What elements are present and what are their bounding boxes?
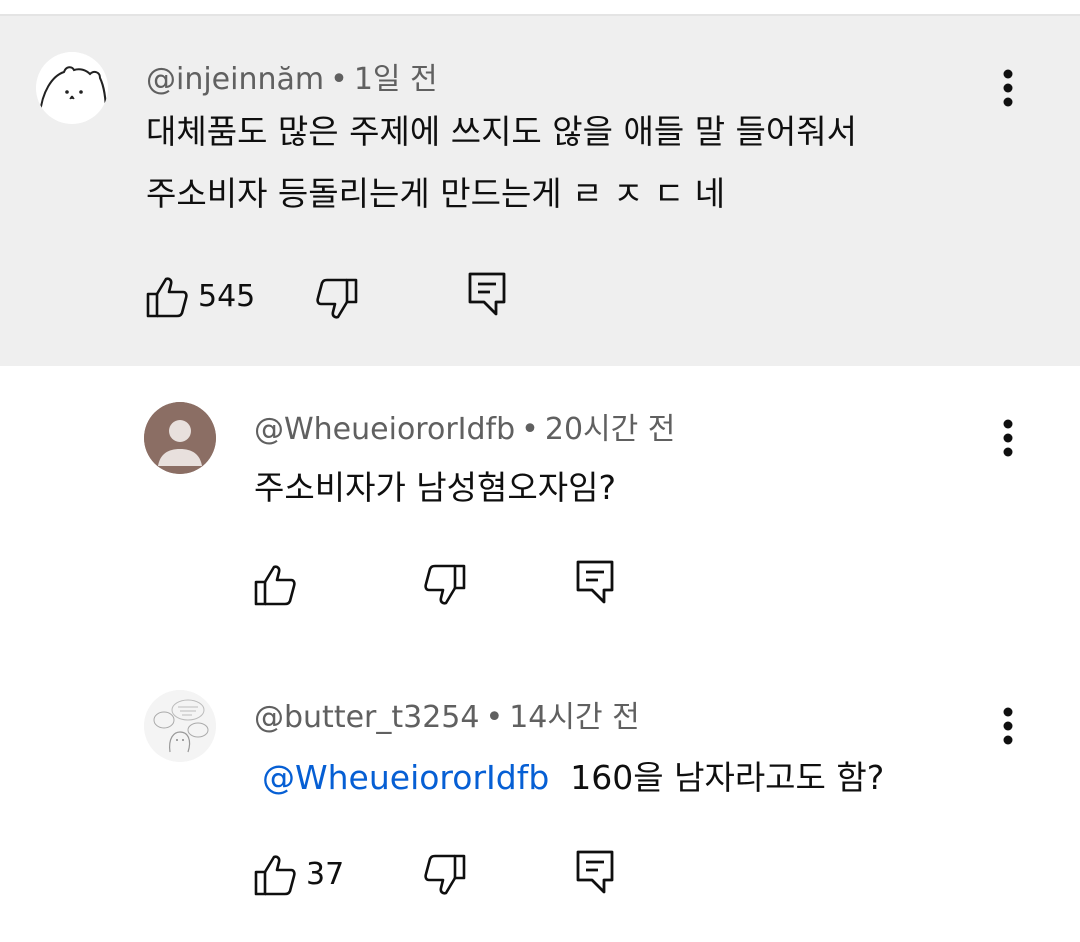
more-options-button[interactable]	[988, 58, 1028, 118]
comment-text-line: 주소비자가 남성혐오자임?	[254, 468, 616, 507]
thumbs-up-icon	[146, 277, 188, 318]
like-button[interactable]: 545	[146, 276, 255, 318]
comment-text-line: 주소비자 등돌리는게 만드는게 ㄹ ㅈ ㄷ 네	[146, 174, 726, 213]
reply-icon	[468, 272, 506, 316]
kebab-menu-icon	[1003, 69, 1013, 107]
comment-meta: @WheueiororIdfb • 20시간 전	[254, 410, 675, 450]
comment-text: 160을 남자라고도 함?	[570, 758, 885, 797]
thumbs-down-icon	[424, 564, 466, 605]
bear-face-icon	[36, 52, 108, 124]
meta-separator: •	[485, 700, 504, 735]
thumbs-down-icon	[316, 278, 358, 319]
avatar[interactable]	[36, 52, 108, 124]
comment-time: 14시간 전	[509, 700, 640, 735]
comment-author[interactable]: @injeinnăm	[146, 62, 324, 97]
comment-thread: @injeinnăm • 1일 전 대체품도 많은 주제에 쓰지도 않을 애들 말 …	[0, 0, 1080, 942]
thumbs-down-icon	[424, 854, 466, 895]
comment-text-line: 대체품도 많은 주제에 쓰지도 않을 애들 말 들어줘서	[146, 112, 857, 151]
dislike-button[interactable]	[424, 854, 466, 896]
doodle-avatar-icon	[144, 690, 216, 762]
meta-separator: •	[521, 412, 539, 447]
more-options-button[interactable]	[988, 696, 1028, 756]
more-options-button[interactable]	[988, 408, 1028, 468]
comment-time: 20시간 전	[544, 412, 676, 447]
comment-author[interactable]: @WheueiororIdfb	[254, 412, 515, 447]
reply-button[interactable]	[576, 560, 614, 604]
reply-icon	[576, 850, 614, 894]
like-count: 545	[198, 279, 256, 314]
dislike-button[interactable]	[424, 564, 466, 606]
thumbs-up-icon	[254, 565, 296, 606]
kebab-menu-icon	[1003, 707, 1013, 745]
comment-text-line: @WheueiororIdfb 160을 남자라고도 함?	[262, 756, 884, 800]
like-button[interactable]: 37	[254, 854, 344, 896]
like-button[interactable]	[254, 564, 306, 606]
thumbs-up-icon	[254, 855, 296, 896]
mention-link[interactable]: @WheueiororIdfb	[262, 758, 549, 797]
reply-button[interactable]	[468, 272, 506, 316]
meta-separator: •	[330, 62, 348, 97]
comment-time: 1일 전	[353, 62, 438, 97]
kebab-menu-icon	[1003, 419, 1013, 457]
like-count: 37	[306, 857, 345, 892]
comment-meta: @injeinnăm • 1일 전	[146, 60, 438, 100]
avatar[interactable]	[144, 690, 216, 762]
default-user-icon	[144, 402, 216, 474]
dislike-button[interactable]	[316, 278, 358, 320]
comment-meta: @butter_t3254 • 14시간 전	[254, 698, 640, 738]
reply-icon	[576, 560, 614, 604]
reply-button[interactable]	[576, 850, 614, 894]
comment-author[interactable]: @butter_t3254	[254, 700, 479, 735]
avatar[interactable]	[144, 402, 216, 474]
